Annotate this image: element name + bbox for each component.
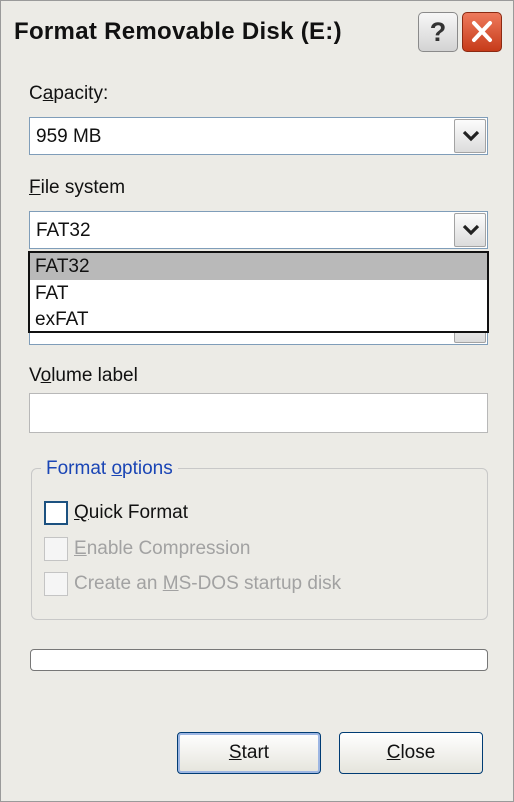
file-system-label: File system <box>29 177 126 198</box>
file-system-dropdown-button[interactable] <box>454 213 486 247</box>
title-bar[interactable]: Format Removable Disk (E:) ? <box>1 1 513 59</box>
format-options-title: Format options <box>41 458 178 480</box>
capacity-value: 959 MB <box>36 126 102 147</box>
capacity-label: Capacity: <box>29 83 109 104</box>
enable-compression-checkbox <box>44 537 68 561</box>
file-system-dropdown-list: FAT32 FAT exFAT <box>28 251 489 333</box>
dropdown-option[interactable]: FAT <box>30 280 487 307</box>
format-progress-bar <box>30 649 488 671</box>
chevron-down-icon <box>462 224 480 236</box>
quick-format-checkbox[interactable] <box>44 501 68 525</box>
help-button[interactable]: ? <box>418 12 458 52</box>
dropdown-option[interactable]: FAT32 <box>30 253 487 280</box>
window-title: Format Removable Disk (E:) <box>14 18 342 45</box>
help-icon: ? <box>429 17 447 47</box>
close-x-icon <box>472 21 492 42</box>
dropdown-option[interactable]: exFAT <box>30 306 487 333</box>
close-window-button[interactable] <box>462 12 502 52</box>
volume-label-input[interactable] <box>29 393 488 433</box>
capacity-dropdown-button[interactable] <box>454 119 486 153</box>
format-dialog: Format Removable Disk (E:) ? Capacity: 9… <box>0 0 514 802</box>
msdos-startup-checkbox <box>44 572 68 596</box>
file-system-value: FAT32 <box>36 220 91 241</box>
start-button[interactable]: Start <box>177 732 321 774</box>
capacity-select[interactable]: 959 MB <box>29 117 488 155</box>
chevron-down-icon <box>462 130 480 142</box>
file-system-select[interactable]: FAT32 <box>29 211 488 249</box>
volume-label-label: Volume label <box>29 365 138 386</box>
close-button[interactable]: Close <box>339 732 483 774</box>
msdos-startup-label: Create an MS-DOS startup disk <box>74 573 342 594</box>
enable-compression-label: Enable Compression <box>74 538 251 559</box>
quick-format-label[interactable]: Quick Format <box>74 502 188 524</box>
